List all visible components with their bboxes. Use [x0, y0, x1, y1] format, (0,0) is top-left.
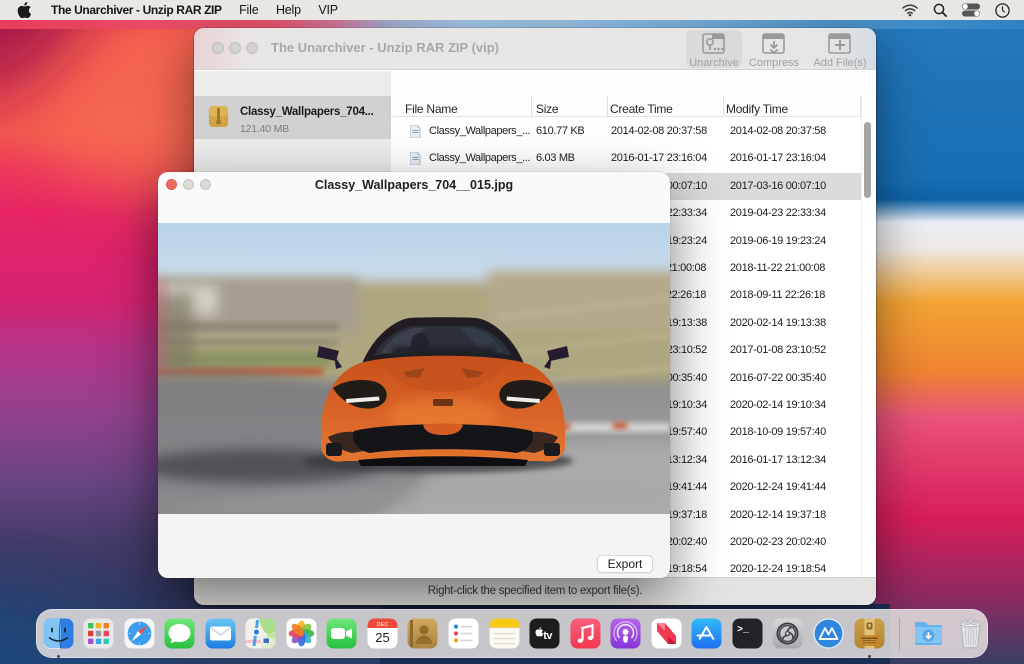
svg-text:>_: >_ — [737, 625, 750, 636]
svg-text:25: 25 — [375, 630, 389, 645]
svg-text:DEC: DEC — [377, 622, 389, 628]
svg-text:tv: tv — [543, 630, 553, 642]
